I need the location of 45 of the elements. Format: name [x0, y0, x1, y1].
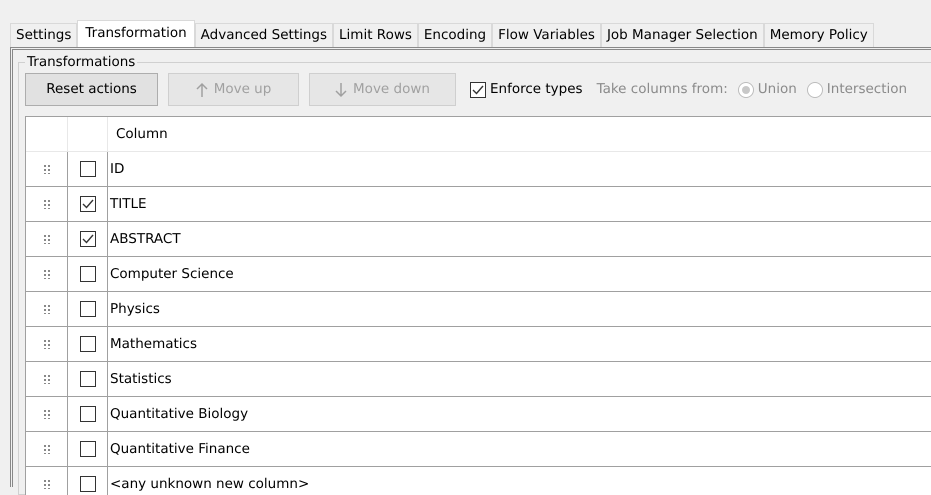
drag-handle-icon[interactable] [42, 339, 50, 349]
tab[interactable]: Flow Variables [492, 23, 601, 47]
drag-handle-icon[interactable] [42, 409, 50, 419]
table-cell-text: <any unknown new column> [110, 474, 310, 494]
checkbox[interactable] [80, 161, 96, 177]
drag-handle-icon[interactable] [42, 374, 50, 384]
up-arrow-icon [196, 82, 208, 98]
checkbox[interactable] [80, 476, 96, 492]
tab[interactable]: Encoding [418, 23, 492, 47]
checkbox[interactable] [80, 301, 96, 317]
table-cell-text: Quantitative Biology [110, 404, 248, 424]
drag-handle-icon[interactable] [42, 164, 50, 174]
column-header: Column [115, 124, 169, 144]
checkbox[interactable] [80, 196, 96, 212]
checkbox[interactable] [470, 82, 486, 98]
checkbox[interactable] [80, 231, 96, 247]
tab[interactable]: Transformation [77, 20, 195, 47]
take-columns-label: Take columns from: [596, 80, 728, 100]
tab[interactable]: Settings [10, 23, 78, 47]
drag-handle-icon[interactable] [42, 444, 50, 454]
checkbox[interactable] [80, 266, 96, 282]
table-cell-text: TITLE [110, 194, 147, 214]
table-cell-text: Computer Science [110, 264, 234, 284]
drag-handle-icon[interactable] [42, 234, 50, 244]
checkbox-label[interactable]: Enforce types [490, 79, 583, 100]
checkbox[interactable] [80, 336, 96, 352]
table-cell-text: Quantitative Finance [110, 440, 250, 459]
checkbox[interactable] [80, 441, 96, 457]
drag-handle-icon[interactable] [42, 304, 50, 314]
down-arrow-icon [335, 82, 348, 98]
tab[interactable]: Advanced Settings [194, 23, 334, 47]
checkbox[interactable] [80, 371, 96, 387]
table-cell-text: ID [110, 160, 124, 179]
drag-handle-icon[interactable] [42, 479, 50, 489]
drag-handle-icon[interactable] [42, 199, 50, 209]
drag-handle-icon[interactable] [42, 269, 50, 279]
tab[interactable]: Job Manager Selection [600, 23, 764, 47]
tab[interactable]: Memory Policy [764, 23, 874, 47]
table-cell-text: Physics [110, 300, 160, 319]
toolbar-button[interactable]: Reset actions [25, 73, 158, 106]
checkbox[interactable] [80, 406, 96, 422]
table-cell-text: Mathematics [110, 334, 197, 354]
table-cell-text: ABSTRACT [110, 230, 181, 249]
table-cell-text: Statistics [110, 370, 172, 389]
tab[interactable]: Limit Rows [333, 23, 418, 47]
